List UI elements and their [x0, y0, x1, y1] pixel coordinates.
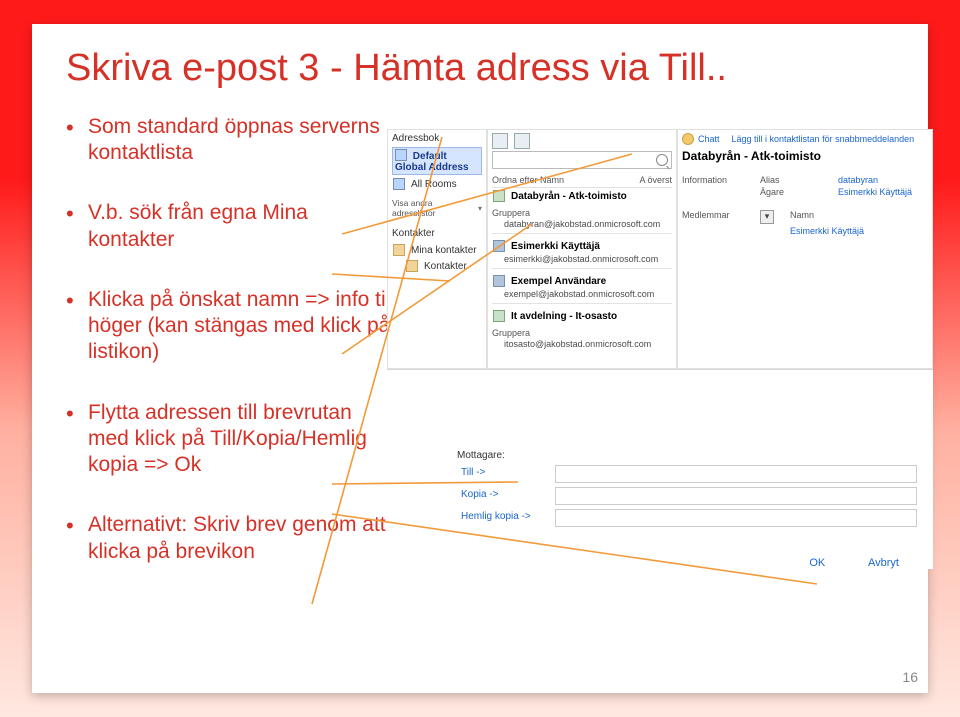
to-button[interactable]: Till -> — [457, 465, 555, 483]
bullet-list: Som standard öppnas serverns kontaktlist… — [66, 114, 396, 565]
contact-exempel[interactable]: Exempel Användare — [492, 273, 672, 289]
to-field[interactable] — [555, 465, 917, 483]
addressbook-header: Adressbok — [392, 133, 482, 144]
expand-icon[interactable]: ▾ — [760, 210, 774, 224]
chat-icon — [682, 133, 694, 145]
book-icon — [395, 149, 407, 161]
cc-button[interactable]: Kopia -> — [457, 487, 555, 505]
alias-header: Alias — [760, 175, 822, 185]
group-email: databyran@jakobstad.onmicrosoft.com — [492, 219, 672, 229]
show-other-lists[interactable]: Visa andra adresslistor ▾ — [392, 198, 482, 218]
detail-title: Databyrån - Atk-toimisto — [682, 149, 928, 163]
contact-email: esimerkki@jakobstad.onmicrosoft.com — [492, 254, 672, 264]
contact-email: exempel@jakobstad.onmicrosoft.com — [492, 289, 672, 299]
group-icon — [493, 310, 505, 322]
page-number: 16 — [902, 669, 918, 685]
bullet-item: V.b. sök från egna Mina kontakter — [66, 200, 396, 253]
my-contacts[interactable]: Mina kontakter — [392, 242, 482, 258]
search-icon — [656, 154, 668, 166]
bullet-item: Alternativt: Skriv brev genom att klicka… — [66, 512, 396, 565]
ok-button[interactable]: OK — [809, 557, 825, 569]
sort-direction[interactable]: A överst — [639, 175, 672, 185]
contacts-item[interactable]: Kontakter — [392, 258, 482, 274]
add-to-im-link[interactable]: Lägg till i kontaktlistan för snabbmedde… — [732, 134, 915, 144]
person-icon — [493, 240, 505, 252]
name-column-header: Namn — [790, 210, 852, 224]
person-icon — [493, 275, 505, 287]
group-email: itosasto@jakobstad.onmicrosoft.com — [492, 339, 672, 349]
member-name: Esimerkki Käyttäjä — [790, 226, 864, 236]
contact-esimerkki[interactable]: Esimerkki Käyttäjä — [492, 238, 672, 254]
recipients-area: Mottagare: Till -> Kopia -> Hemlig kopia… — [457, 450, 917, 569]
cc-field[interactable] — [555, 487, 917, 505]
chevron-down-icon: ▾ — [478, 204, 482, 213]
book-icon — [393, 178, 405, 190]
folder-icon — [393, 244, 405, 256]
slide-card: Skriva e-post 3 - Hämta adress via Till.… — [32, 24, 928, 693]
bullet-item: Som standard öppnas serverns kontaktlist… — [66, 114, 396, 167]
new-mail-icon[interactable] — [492, 133, 508, 149]
alias-value: databyran — [838, 175, 878, 185]
address-book-screenshot: Adressbok Default Global Address All Roo… — [387, 129, 933, 569]
bcc-field[interactable] — [555, 509, 917, 527]
detail-panel: Chatt Lägg till i kontaktlistan för snab… — [677, 129, 933, 369]
folder-icon — [406, 260, 418, 272]
addressbook-sidebar: Adressbok Default Global Address All Roo… — [387, 129, 487, 369]
members-header: Medlemmar — [682, 210, 744, 224]
owner-value: Esimerkki Käyttäjä — [838, 187, 912, 197]
group-databyran[interactable]: Databyrån - Atk-toimisto — [492, 188, 672, 204]
group-icon — [493, 190, 505, 202]
contacts-list-panel: Ordna efter Namn A överst Databyrån - At… — [487, 129, 677, 369]
cancel-button[interactable]: Avbryt — [868, 557, 899, 569]
group-itavdelning[interactable]: It avdelning - It-osasto — [492, 308, 672, 324]
group-type-label: Gruppera — [492, 208, 672, 218]
address-list-default[interactable]: Default Global Address — [392, 147, 482, 175]
bullet-item: Flytta adressen till brevrutan med klick… — [66, 400, 396, 479]
address-list-allrooms[interactable]: All Rooms — [392, 176, 482, 192]
sort-by-label[interactable]: Ordna efter Namn — [492, 175, 564, 185]
chat-link[interactable]: Chatt — [698, 134, 720, 144]
search-input[interactable] — [492, 151, 672, 169]
group-type-label: Gruppera — [492, 328, 672, 338]
info-header: Information — [682, 175, 744, 185]
slide-title: Skriva e-post 3 - Hämta adress via Till.… — [66, 48, 894, 90]
contacts-header: Kontakter — [392, 228, 482, 239]
owner-header: Ägare — [760, 187, 822, 197]
recipients-label: Mottagare: — [457, 450, 917, 461]
bullet-item: Klicka på önskat namn => info till höger… — [66, 287, 396, 366]
list-view-icon[interactable] — [514, 133, 530, 149]
bcc-button[interactable]: Hemlig kopia -> — [457, 509, 555, 527]
